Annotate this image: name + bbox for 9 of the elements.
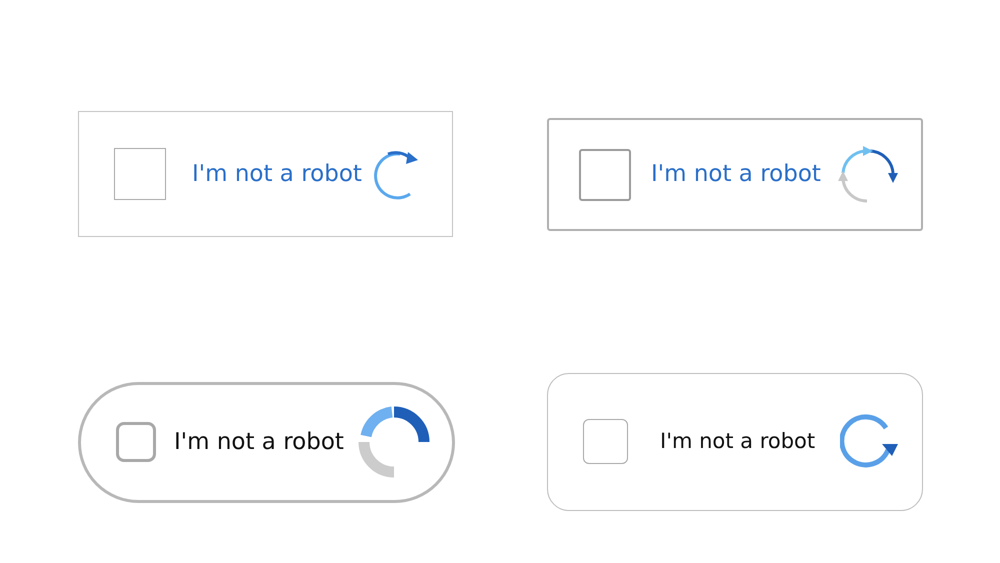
checkbox-label: I'm not a robot <box>651 160 821 190</box>
checkbox[interactable] <box>116 422 156 462</box>
checkbox-label: I'm not a robot <box>174 428 344 457</box>
checkbox[interactable] <box>583 419 628 464</box>
checkbox-label: I'm not a robot <box>660 428 816 455</box>
loading-icon <box>358 406 430 478</box>
checkbox[interactable] <box>114 148 166 200</box>
checkbox-label: I'm not a robot <box>192 160 362 189</box>
checkbox[interactable] <box>579 148 631 200</box>
